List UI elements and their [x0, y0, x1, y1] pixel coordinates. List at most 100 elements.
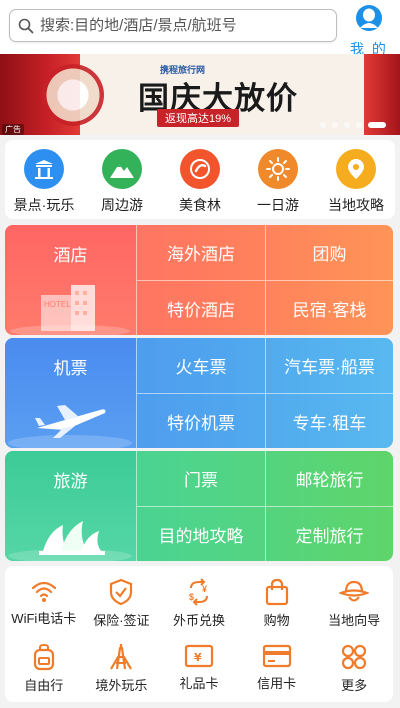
hotel-building-icon: HOTEL [10, 285, 130, 335]
mountain-icon [102, 149, 142, 189]
service-label: 礼品卡 [179, 676, 219, 691]
quick-nav-label: 景点·玩乐 [13, 197, 75, 213]
temple-icon [24, 149, 64, 189]
destination-guide-tile[interactable]: 目的地攻略 [136, 506, 265, 561]
hotel-main-label: 酒店 [53, 246, 88, 265]
service-label: 购物 [263, 613, 290, 628]
svg-text:¥: ¥ [194, 651, 202, 664]
svg-text:¥: ¥ [202, 584, 207, 594]
hotel-special-tile[interactable]: 特价酒店 [136, 280, 265, 335]
location-pin-icon [336, 149, 376, 189]
travel-section: 旅游 门票 邮轮旅行 目的地攻略 定制旅行 [5, 451, 393, 561]
shield-icon [110, 578, 133, 606]
gift-card-icon: ¥ [184, 644, 214, 668]
bus-ship-ticket-tile[interactable]: 汽车票·船票 [265, 338, 393, 393]
tile-label: 民宿·客栈 [292, 300, 367, 320]
shopping-bag-icon [265, 578, 288, 606]
carousel-dot[interactable] [332, 122, 338, 128]
tile-label: 特价机票 [167, 413, 235, 433]
service-label: WiFi电话卡 [11, 611, 77, 626]
sun-icon [258, 149, 298, 189]
service-label: 外币兑换 [172, 613, 225, 628]
carousel-dot[interactable] [356, 122, 362, 128]
tickets-tile[interactable]: 门票 [136, 451, 265, 506]
travel-main-label: 旅游 [53, 472, 88, 491]
top-bar: 我 的 [0, 0, 400, 57]
credit-card-icon [262, 644, 291, 668]
opera-house-icon [8, 521, 132, 561]
tile-label: 目的地攻略 [158, 526, 244, 546]
quick-nav-label: 当地攻略 [328, 197, 384, 213]
service-label: 保险·签证 [93, 613, 150, 628]
custom-travel-tile[interactable]: 定制旅行 [265, 506, 393, 561]
service-more[interactable]: 更多 [315, 637, 393, 702]
fan-decoration [42, 64, 104, 126]
service-label: 当地向导 [328, 613, 381, 628]
search-box[interactable] [9, 9, 337, 42]
flight-main-tile[interactable]: 机票 [5, 338, 136, 448]
hotel-main-tile[interactable]: 酒店 HOTEL [5, 225, 136, 335]
search-input[interactable] [40, 17, 320, 34]
tile-label: 火车票 [175, 358, 227, 377]
tile-label: 团购 [312, 245, 347, 264]
service-overseas-fun[interactable]: 境外玩乐 [83, 637, 161, 702]
cruise-tile[interactable]: 邮轮旅行 [265, 451, 393, 506]
service-label: 自由行 [24, 678, 64, 693]
user-avatar-icon [356, 5, 382, 31]
svg-text:$: $ [189, 592, 194, 602]
service-gift-card[interactable]: ¥ 礼品卡 [160, 637, 238, 702]
service-label: 更多 [341, 678, 368, 693]
hotel-overseas-tile[interactable]: 海外酒店 [136, 225, 265, 280]
quick-nav-attractions[interactable]: 景点·玩乐 [5, 140, 83, 219]
service-label: 境外玩乐 [95, 678, 148, 693]
tile-label: 定制旅行 [295, 526, 364, 546]
special-flight-tile[interactable]: 特价机票 [136, 393, 265, 448]
services-grid: WiFi电话卡 保险·签证 $ ¥ 外币兑换 购物 当地向导 自由行 境外玩乐 ¥… [5, 566, 393, 702]
quick-nav-label: 一日游 [257, 197, 299, 213]
quick-nav-label: 美食林 [179, 197, 221, 213]
tile-label: 门票 [184, 471, 218, 490]
service-credit-card[interactable]: 信用卡 [238, 637, 316, 702]
banner-subline: 返现高达19% [157, 109, 240, 127]
service-insurance[interactable]: 保险·签证 [83, 572, 161, 637]
service-wifi[interactable]: WiFi电话卡 [5, 572, 83, 637]
carousel-dot[interactable] [344, 122, 350, 128]
service-label: 信用卡 [257, 676, 297, 691]
quick-nav-daytrip[interactable]: 一日游 [239, 140, 317, 219]
wifi-icon [31, 581, 56, 602]
tile-label: 海外酒店 [167, 245, 235, 264]
service-free-travel[interactable]: 自由行 [5, 637, 83, 702]
tower-icon [110, 644, 133, 670]
hotel-groupbuy-tile[interactable]: 团购 [265, 225, 393, 280]
airplane-icon [8, 405, 132, 448]
hotel-inn-tile[interactable]: 民宿·客栈 [265, 280, 393, 335]
quick-nav-label: 周边游 [101, 197, 143, 213]
svg-text:HOTEL: HOTEL [44, 300, 71, 309]
carousel-dot[interactable] [320, 122, 326, 128]
carousel-dot-active[interactable] [368, 122, 386, 128]
car-rental-tile[interactable]: 专车·租车 [265, 393, 393, 448]
quick-nav-guide[interactable]: 当地攻略 [317, 140, 395, 219]
travel-main-tile[interactable]: 旅游 [5, 451, 136, 561]
train-ticket-tile[interactable]: 火车票 [136, 338, 265, 393]
quick-nav-nearby[interactable]: 周边游 [83, 140, 161, 219]
hotel-section: 酒店 HOTEL 海外酒店 团购 特价酒店 民宿·客栈 [5, 225, 393, 335]
flight-section: 机票 火车票 汽车票·船票 特价机票 专车·租车 [5, 338, 393, 448]
tile-label: 邮轮旅行 [295, 471, 364, 490]
tile-label: 专车·租车 [292, 413, 367, 433]
profile-button[interactable]: 我 的 [346, 4, 392, 59]
carousel-dots[interactable] [320, 122, 386, 128]
service-local-guide[interactable]: 当地向导 [315, 572, 393, 637]
quick-nav-food[interactable]: 美食林 [161, 140, 239, 219]
currency-exchange-icon: $¥ [189, 578, 208, 606]
backpack-icon [33, 643, 54, 671]
service-shopping[interactable]: 购物 [238, 572, 316, 637]
tile-label: 特价酒店 [167, 300, 235, 320]
search-icon [18, 18, 34, 33]
food-icon [180, 149, 220, 189]
quick-nav: 景点·玩乐 周边游 美食林 一日游 当地攻略 [5, 140, 395, 219]
service-currency[interactable]: $ ¥ 外币兑换 [160, 572, 238, 637]
tile-label: 汽车票·船票 [284, 358, 375, 377]
promo-banner[interactable]: 携程旅行网 国庆大放价 返现高达19% 广告 [0, 54, 400, 135]
ad-tag: 广告 [2, 124, 24, 135]
